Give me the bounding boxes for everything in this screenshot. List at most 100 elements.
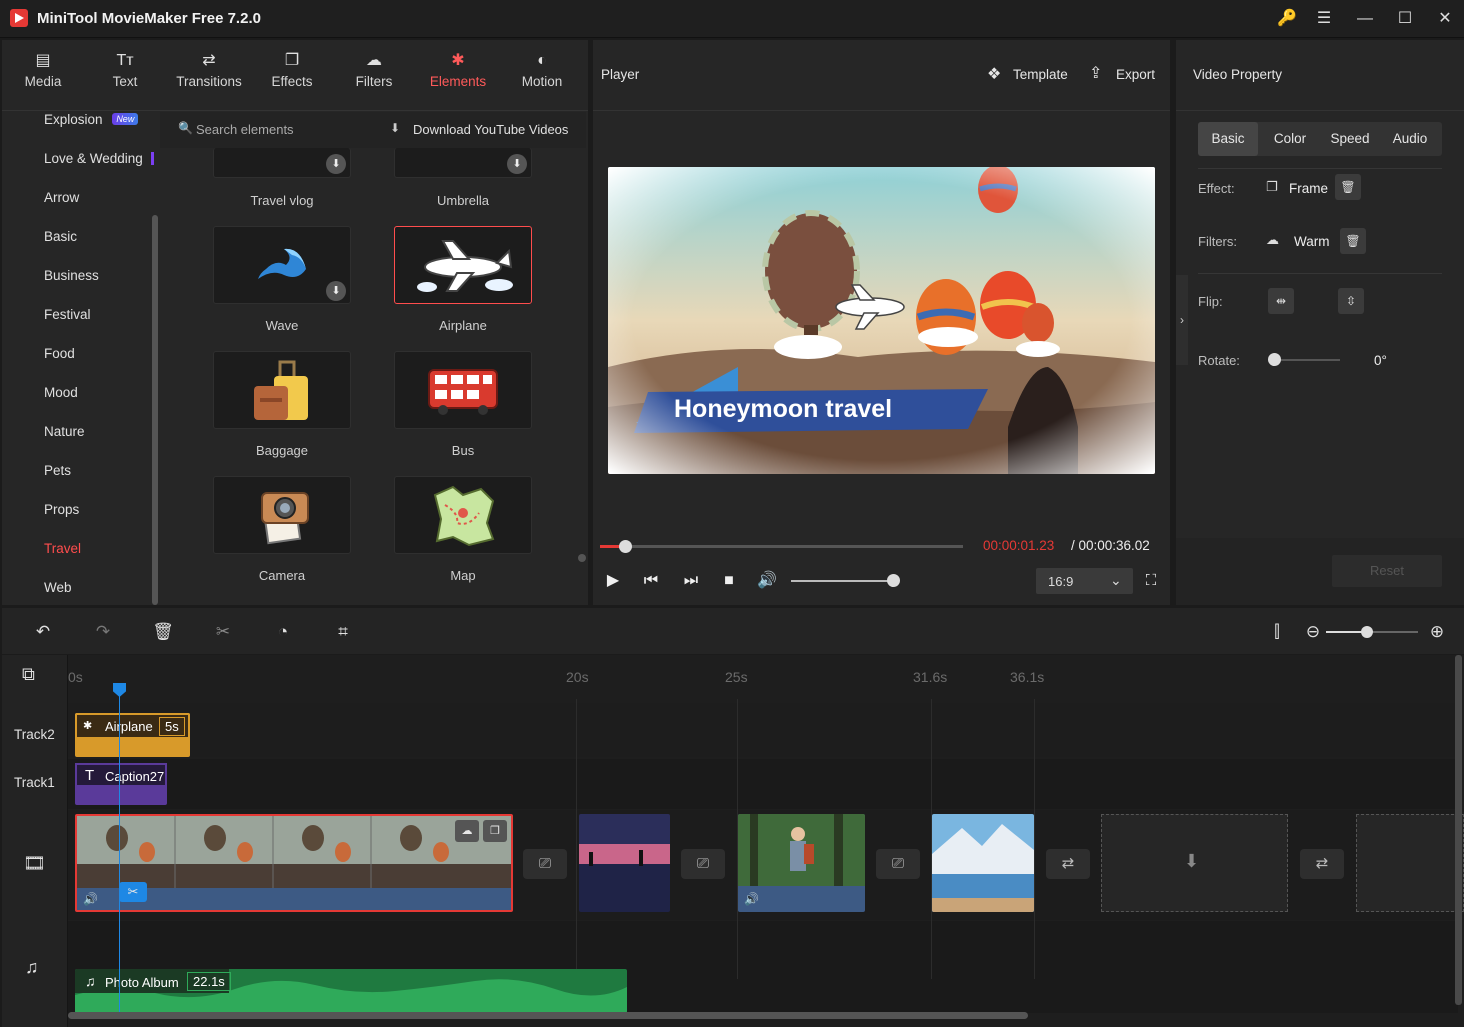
stop-icon[interactable]: ■	[719, 571, 739, 591]
tab-media[interactable]: ▤ Media	[2, 40, 84, 110]
element-thumb-camera[interactable]	[213, 476, 351, 554]
speed-icon[interactable]: ◔	[272, 621, 294, 643]
category-nature[interactable]: Nature	[44, 424, 85, 439]
element-label: Baggage	[255, 443, 309, 458]
element-thumb-umbrella[interactable]: ⬇	[394, 148, 532, 178]
download-youtube-button[interactable]: Download YouTube Videos	[413, 122, 568, 137]
category-festival[interactable]: Festival	[44, 307, 91, 322]
element-thumb-airplane[interactable]	[394, 226, 532, 304]
collapse-panel-icon[interactable]: ›	[1176, 275, 1188, 365]
category-food[interactable]: Food	[44, 346, 75, 361]
volume-slider[interactable]	[791, 580, 894, 582]
flip-horizontal-icon[interactable]: ⇹	[1268, 288, 1294, 314]
category-mood[interactable]: Mood	[44, 385, 78, 400]
close-button[interactable]: ✕	[1432, 7, 1458, 31]
download-icon[interactable]: ⬇	[326, 154, 346, 174]
next-frame-icon[interactable]: ⏭	[681, 571, 701, 591]
category-business[interactable]: Business	[44, 268, 99, 283]
play-icon[interactable]: ▶	[603, 571, 623, 591]
key-icon[interactable]: 🔑	[1274, 7, 1300, 31]
crop-icon[interactable]: ⌗	[332, 621, 354, 643]
tab-motion[interactable]: ◐ Motion	[500, 40, 584, 110]
timeline-horizontal-scrollbar[interactable]	[68, 1012, 1028, 1019]
category-travel[interactable]: Travel	[44, 541, 81, 556]
caption-clip[interactable]: T Caption27	[75, 763, 167, 805]
category-basic[interactable]: Basic	[44, 229, 77, 244]
delete-filter-icon[interactable]: 🗑	[1340, 228, 1366, 254]
template-button[interactable]: Template	[1013, 67, 1068, 82]
minimize-button[interactable]: —	[1352, 7, 1378, 31]
aspect-ratio-select[interactable]: 16:9 ⌄	[1036, 568, 1133, 594]
category-web[interactable]: Web	[44, 580, 72, 595]
undo-icon[interactable]: ↶	[32, 621, 54, 643]
clip-volume-icon[interactable]: 🔊	[83, 892, 98, 906]
video-clip-lake[interactable]	[932, 814, 1034, 912]
audio-clip-photo-album[interactable]: ♫ Photo Album 22.1s	[75, 969, 627, 1013]
previous-frame-icon[interactable]: ⏮	[641, 571, 661, 591]
clip-volume-icon[interactable]: 🔊	[744, 892, 759, 906]
seek-handle[interactable]	[619, 540, 632, 553]
video-preview[interactable]: Honeymoon travel	[608, 167, 1155, 474]
flip-vertical-icon[interactable]: ⇳	[1338, 288, 1364, 314]
download-icon[interactable]: ⬇	[507, 154, 527, 174]
volume-handle[interactable]	[887, 574, 900, 587]
seek-bar[interactable]	[600, 545, 963, 548]
transition-slot[interactable]: ⎚	[681, 849, 725, 879]
tab-effects[interactable]: ❐ Effects	[252, 40, 332, 110]
airplane-element-clip[interactable]: ✱ Airplane 5s	[75, 713, 190, 757]
rotate-slider[interactable]	[1274, 359, 1340, 361]
timeline-vertical-scrollbar[interactable]	[1455, 655, 1462, 1005]
volume-icon[interactable]: 🔊	[757, 571, 777, 591]
element-thumb-map[interactable]	[394, 476, 532, 554]
tab-label: Text	[112, 74, 138, 89]
download-icon[interactable]: ⬇	[326, 281, 346, 301]
zoom-handle[interactable]	[1361, 626, 1373, 638]
element-thumb-baggage[interactable]	[213, 351, 351, 429]
swap-transition-icon[interactable]: ⇄	[1300, 849, 1344, 879]
time-ruler[interactable]: 0s 20s 25s 31.6s 36.1s	[68, 655, 1458, 697]
transition-slot[interactable]: ⎚	[523, 849, 567, 879]
element-thumb-bus[interactable]	[394, 351, 532, 429]
drop-media-slot[interactable]: ⬇	[1101, 814, 1288, 912]
export-button[interactable]: Export	[1116, 67, 1155, 82]
category-explosion[interactable]: Explosion New	[44, 112, 139, 127]
tab-color[interactable]: Color	[1260, 122, 1320, 156]
category-pets[interactable]: Pets	[44, 463, 71, 478]
zoom-in-icon[interactable]: ⊕	[1426, 621, 1448, 643]
rotate-handle[interactable]	[1268, 353, 1281, 366]
split-icon[interactable]: ✂	[212, 621, 234, 643]
drop-media-slot[interactable]	[1356, 814, 1464, 912]
category-props[interactable]: Props	[44, 502, 79, 517]
element-thumb-wave[interactable]: ⬇	[213, 226, 351, 304]
category-arrow[interactable]: Arrow	[44, 190, 79, 205]
track2-label: Track2	[14, 727, 55, 742]
category-scrollbar[interactable]	[152, 215, 158, 605]
tab-basic[interactable]: Basic	[1198, 122, 1258, 156]
category-love-wedding[interactable]: Love & Wedding	[44, 151, 154, 166]
tab-elements[interactable]: ✱ Elements	[416, 40, 500, 110]
hamburger-menu-icon[interactable]: ☰	[1311, 7, 1337, 31]
tab-filters[interactable]: ☁ Filters	[332, 40, 416, 110]
tab-transitions[interactable]: ⇄ Transitions	[166, 40, 252, 110]
video-clip-sunset[interactable]	[579, 814, 670, 912]
reset-button[interactable]: Reset	[1332, 555, 1442, 587]
redo-icon[interactable]: ↷	[92, 621, 114, 643]
tab-audio[interactable]: Audio	[1380, 122, 1440, 156]
grid-scroll-indicator[interactable]	[578, 554, 586, 562]
tab-speed[interactable]: Speed	[1320, 122, 1380, 156]
delete-icon[interactable]: 🗑	[152, 621, 174, 643]
maximize-button[interactable]: ☐	[1392, 7, 1418, 31]
delete-effect-icon[interactable]: 🗑	[1335, 174, 1361, 200]
zoom-out-icon[interactable]: ⊖	[1302, 621, 1324, 643]
split-at-playhead-icon[interactable]: ✂	[119, 882, 147, 902]
transition-slot[interactable]: ⎚	[876, 849, 920, 879]
playhead-line[interactable]	[119, 685, 120, 1015]
fullscreen-icon[interactable]: ⛶	[1141, 571, 1161, 591]
fit-timeline-icon[interactable]: ⫿	[1266, 621, 1288, 643]
swap-transition-icon[interactable]: ⇄	[1046, 849, 1090, 879]
search-input[interactable]: Search elements	[196, 122, 294, 137]
tab-text[interactable]: Tт Text	[84, 40, 166, 110]
element-thumb-travel-vlog[interactable]: ⬇	[213, 148, 351, 178]
add-track-icon[interactable]: ⧉	[22, 664, 35, 685]
video-clip-forest[interactable]: 🔊	[738, 814, 865, 912]
